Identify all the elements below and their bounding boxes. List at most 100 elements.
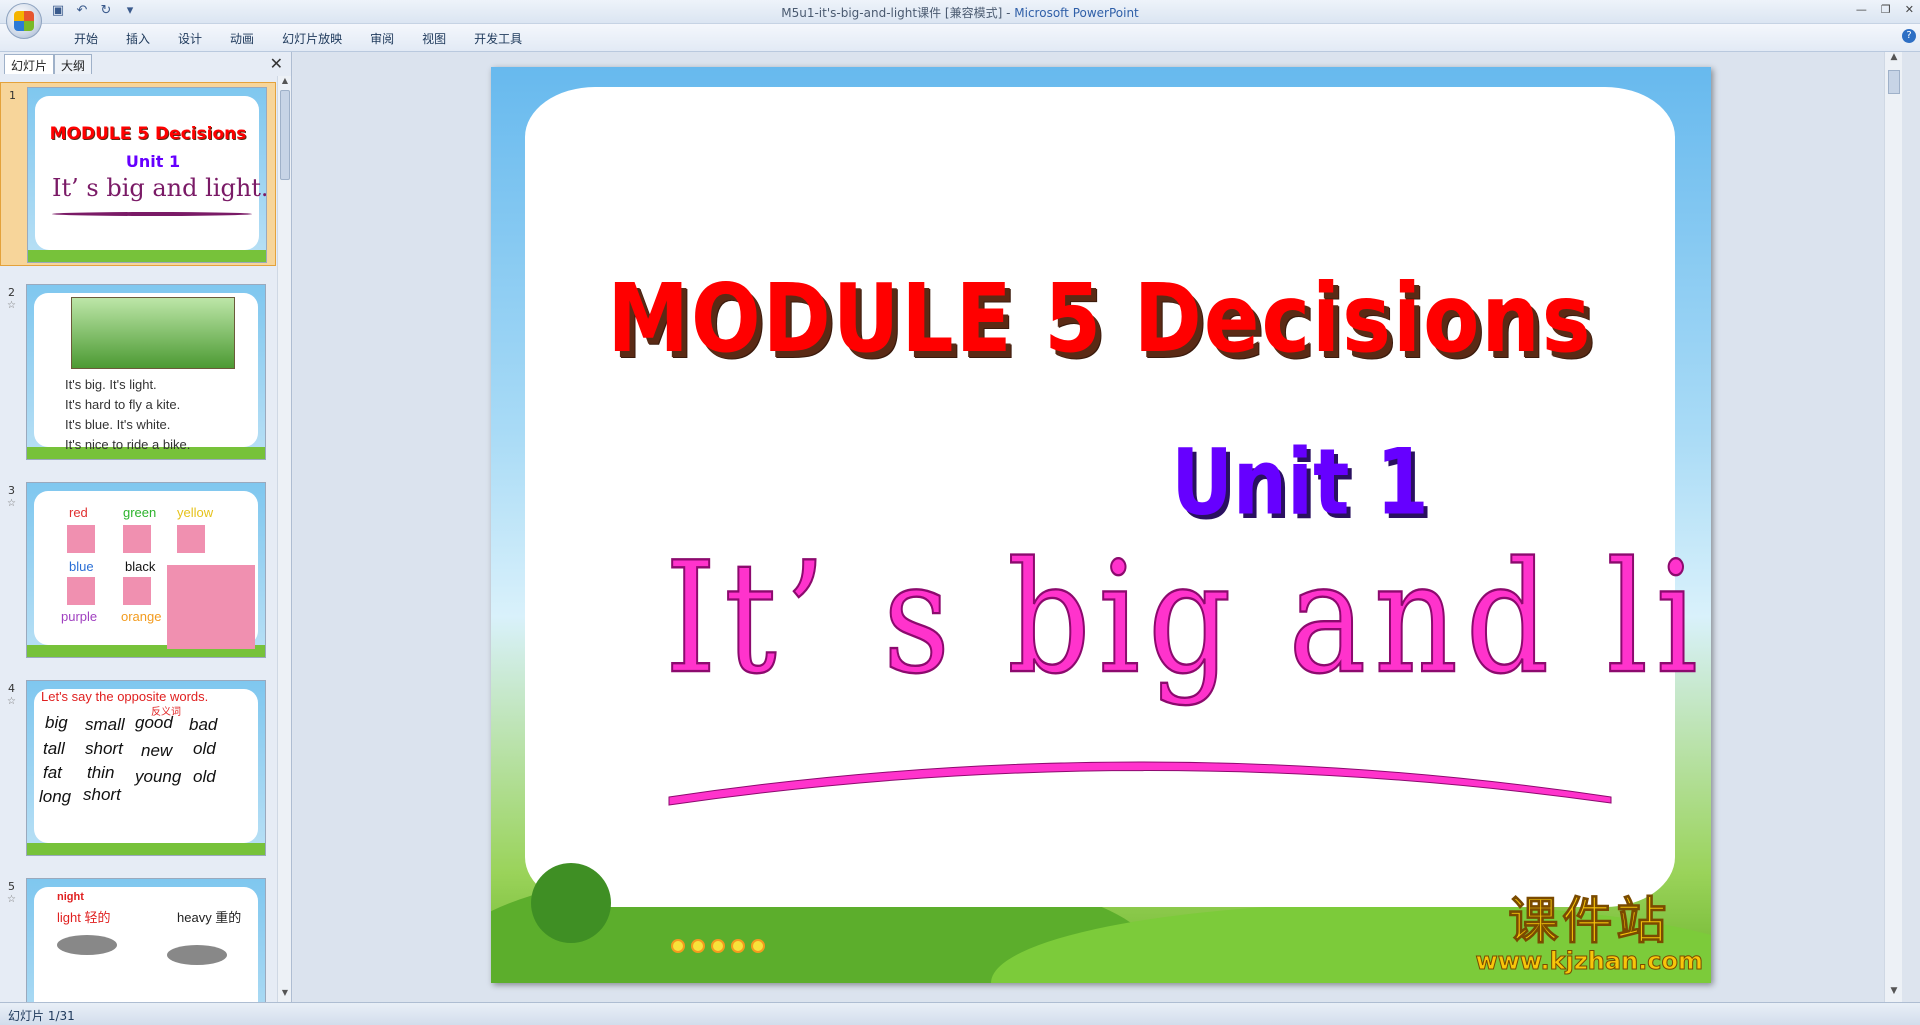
thumbnail-row-2[interactable]: 2 ☆ It's big. It's light. It's hard to f… [0, 280, 276, 464]
thumbnail-row-4[interactable]: 4 ☆ Let's say the opposite words. 反义词 bi… [0, 676, 276, 860]
thumbnail-text-line: It's blue. It's white. [65, 417, 171, 432]
slide-counter: 幻灯片 1/31 [8, 1009, 75, 1023]
opposite-word: tall [43, 739, 65, 758]
thumbnail-number: 4 [8, 682, 15, 695]
flower-image [167, 565, 255, 649]
thumbnail-list: 1 MODULE 5 Decisions Unit 1 It’ s big an… [0, 76, 276, 1002]
tab-review[interactable]: 审阅 [356, 30, 408, 47]
slide-canvas: MODULE 5 Decisions Unit 1 It’ s big and … [293, 52, 1902, 1002]
scroll-up-icon[interactable]: ▲ [1885, 52, 1903, 68]
opposite-word: good [135, 713, 173, 732]
current-slide[interactable]: MODULE 5 Decisions Unit 1 It’ s big and … [491, 67, 1711, 983]
color-word-yellow: yellow [177, 505, 214, 520]
thumbnail-text-line: It's hard to fly a kite. [65, 397, 181, 412]
tab-view[interactable]: 视图 [408, 30, 460, 47]
slides-panel: 幻灯片 大纲 ✕ 1 MODULE 5 Decisions Unit 1 It’… [0, 52, 292, 1002]
slide-main-text[interactable]: It’ s big and light. [664, 527, 1711, 709]
thumbnail-row-5[interactable]: 5 ☆ night light 轻的 heavy 重的 [0, 874, 276, 1002]
thumbnail-main-text: It’ s big and light. [52, 174, 267, 202]
opposite-word: young [135, 767, 182, 786]
ribbon-tabs: 开始 插入 设计 动画 幻灯片放映 审阅 视图 开发工具 [60, 30, 536, 47]
thumbnail-row-1[interactable]: 1 MODULE 5 Decisions Unit 1 It’ s big an… [0, 82, 276, 266]
opposite-word: short [83, 785, 121, 804]
tab-animations[interactable]: 动画 [216, 30, 268, 47]
color-word-orange: orange [121, 609, 162, 624]
color-word-red: red [69, 505, 88, 520]
swatch-blue [67, 577, 95, 605]
tab-insert[interactable]: 插入 [112, 30, 164, 47]
close-window-icon[interactable]: ✕ [1905, 3, 1914, 16]
scale-pan-left [57, 935, 117, 955]
color-word-blue: blue [69, 559, 94, 574]
word-heavy: heavy 重的 [177, 910, 242, 925]
animation-star-icon: ☆ [7, 498, 16, 509]
opposite-words-header: Let's say the opposite words. [41, 689, 209, 704]
word-night: night [57, 891, 84, 903]
thumbnail-slide-3[interactable]: red green yellow blue black purple orang… [26, 482, 266, 658]
watermark: 课件站 www.kjzhan.com [1475, 892, 1703, 976]
scroll-up-icon[interactable]: ▲ [278, 76, 292, 90]
minimize-icon[interactable]: — [1856, 3, 1867, 16]
color-word-purple: purple [61, 609, 98, 624]
thumbnail-underline [52, 212, 252, 216]
thumbnail-grass [28, 250, 266, 262]
scroll-thumb[interactable] [1888, 70, 1900, 94]
swatch-black [123, 577, 151, 605]
opposite-word: big [45, 713, 68, 732]
thumbnail-background [35, 96, 259, 250]
opposite-word: new [141, 741, 173, 760]
slide-underline-arc [668, 761, 1612, 806]
opposite-word: bad [189, 715, 218, 734]
thumbnail-unit: Unit 1 [125, 152, 181, 171]
swatch-red [67, 525, 95, 553]
thumbnail-text-line: It's nice to ride a bike. [65, 437, 191, 452]
slide-unit[interactable]: Unit 1 [525, 428, 1675, 535]
app-name: Microsoft PowerPoint [1014, 6, 1139, 20]
thumbnail-row-3[interactable]: 3 ☆ red green yellow blue black purple o… [0, 478, 276, 662]
help-icon[interactable]: ? [1902, 29, 1916, 43]
opposite-word: small [85, 715, 125, 734]
canvas-scrollbar[interactable]: ▲ ▼ [1884, 52, 1902, 1002]
opposite-word: old [193, 767, 216, 786]
watermark-cn: 课件站 [1508, 892, 1671, 950]
panel-close-icon[interactable]: ✕ [270, 54, 283, 73]
office-logo-icon [14, 11, 34, 31]
thumbnail-slide-1[interactable]: MODULE 5 Decisions Unit 1 It’ s big and … [27, 87, 267, 263]
flowers-image [671, 939, 765, 953]
thumbnail-number: 1 [9, 89, 16, 102]
scroll-down-icon[interactable]: ▼ [278, 988, 292, 1002]
animation-star-icon: ☆ [7, 696, 16, 707]
office-button[interactable] [6, 3, 42, 39]
thumbnail-slide-2[interactable]: It's big. It's light. It's hard to fly a… [26, 284, 266, 460]
color-word-black: black [125, 559, 156, 574]
status-bar: 幻灯片 1/31 [0, 1002, 1920, 1025]
thumbnail-slide-4[interactable]: Let's say the opposite words. 反义词 big sma… [26, 680, 266, 856]
scroll-thumb[interactable] [280, 90, 290, 180]
watermark-url: www.kjzhan.com [1475, 947, 1703, 976]
thumbnail-title: MODULE 5 Decisions [49, 124, 247, 144]
thumbnail-number: 2 [8, 286, 15, 299]
tab-developer[interactable]: 开发工具 [460, 30, 536, 47]
tab-slideshow[interactable]: 幻灯片放映 [268, 30, 356, 47]
scale-pan-right [167, 945, 227, 965]
opposite-word: short [85, 739, 123, 758]
tab-slides[interactable]: 幻灯片 [4, 54, 55, 74]
title-bar: ▣ ↶ ↻ ▾ M5u1-it's-big-and-light课件 [兼容模式]… [0, 0, 1920, 24]
swatch-green [123, 525, 151, 553]
thumbnail-grass [27, 843, 265, 855]
tree-image [531, 863, 611, 943]
thumbnail-slide-5[interactable]: night light 轻的 heavy 重的 [26, 878, 266, 1002]
slide-title[interactable]: MODULE 5 Decisions [525, 265, 1675, 374]
tab-outline[interactable]: 大纲 [54, 54, 93, 74]
thumbnail-text-line: It's big. It's light. [65, 377, 157, 392]
restore-icon[interactable]: ❐ [1881, 3, 1891, 16]
scroll-down-icon[interactable]: ▼ [1885, 986, 1903, 1002]
thumbnail-scrollbar[interactable]: ▲ ▼ [277, 76, 291, 1002]
thumbnail-number: 3 [8, 484, 15, 497]
swatch-yellow [177, 525, 205, 553]
color-word-green: green [123, 505, 157, 520]
opposite-word: old [193, 739, 216, 758]
tab-design[interactable]: 设计 [164, 30, 216, 47]
tab-home[interactable]: 开始 [60, 30, 112, 47]
playground-image [71, 297, 235, 369]
